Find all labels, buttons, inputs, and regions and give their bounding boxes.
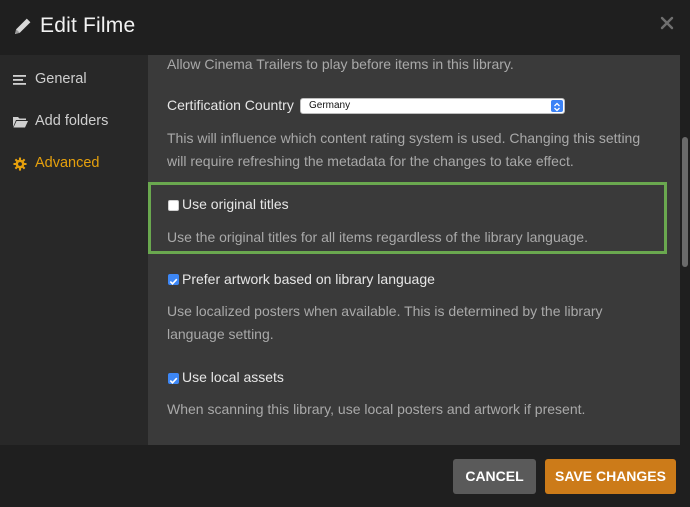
- edit-library-dialog: Edit Filme General Add folders Advanced …: [0, 0, 690, 507]
- use-original-titles-checkbox[interactable]: [168, 200, 179, 211]
- sidebar-item-general[interactable]: General: [0, 65, 148, 95]
- sidebar-item-label: General: [35, 71, 87, 87]
- sidebar-item-advanced[interactable]: Advanced: [0, 149, 148, 179]
- certification-description-line1: This will influence which content rating…: [167, 130, 641, 146]
- prefer-artwork-description-line1: Use localized posters when available. Th…: [167, 303, 603, 319]
- pencil-icon: [15, 18, 31, 34]
- certification-country-label: Certification Country: [167, 97, 294, 113]
- scrollbar-thumb[interactable]: [682, 137, 688, 267]
- prefer-artwork-checkbox[interactable]: [168, 274, 179, 285]
- scrollbar[interactable]: [680, 55, 690, 445]
- use-original-titles-description: Use the original titles for all items re…: [167, 229, 588, 245]
- sidebar-item-label: Add folders: [35, 113, 109, 129]
- list-icon: [13, 75, 26, 85]
- dialog-header: Edit Filme: [0, 0, 690, 55]
- settings-panel: Allow Cinema Trailers to play before ite…: [148, 55, 680, 445]
- checkmark-icon: [169, 278, 178, 285]
- save-changes-button[interactable]: SAVE CHANGES: [545, 459, 676, 494]
- select-arrows-icon: [551, 100, 563, 112]
- certification-country-select[interactable]: Germany: [300, 98, 565, 114]
- dialog-title: Edit Filme: [40, 14, 136, 37]
- gear-icon: [13, 157, 27, 171]
- sidebar-item-label: Advanced: [35, 155, 100, 171]
- use-local-assets-description: When scanning this library, use local po…: [167, 401, 586, 417]
- folder-icon: [13, 117, 28, 128]
- dialog-footer: CANCEL SAVE CHANGES: [0, 445, 690, 507]
- prefer-artwork-description-line2: language setting.: [167, 326, 274, 342]
- sidebar: General Add folders Advanced: [0, 55, 148, 445]
- certification-country-value: Germany: [309, 100, 351, 111]
- sidebar-item-add-folders[interactable]: Add folders: [0, 107, 148, 137]
- prefer-artwork-label: Prefer artwork based on library language: [182, 271, 435, 287]
- cinema-trailers-description: Allow Cinema Trailers to play before ite…: [167, 56, 514, 72]
- cancel-button[interactable]: CANCEL: [453, 459, 536, 494]
- use-original-titles-label: Use original titles: [182, 196, 289, 212]
- close-icon[interactable]: [658, 14, 676, 32]
- use-local-assets-label: Use local assets: [182, 369, 284, 385]
- use-local-assets-checkbox[interactable]: [168, 373, 179, 384]
- certification-description-line2: will require refreshing the metadata for…: [167, 153, 574, 169]
- checkmark-icon: [169, 377, 178, 384]
